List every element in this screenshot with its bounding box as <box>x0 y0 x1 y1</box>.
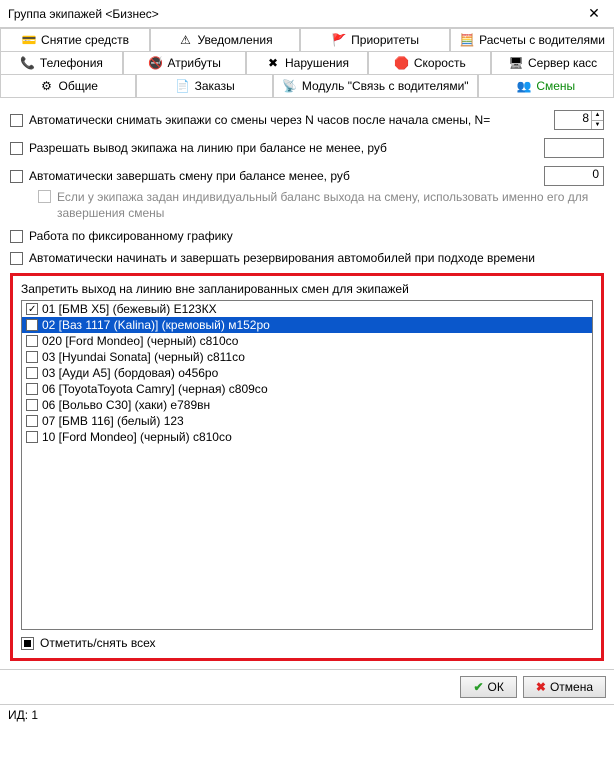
list-item[interactable]: 020 [Ford Mondeo] (черный) с810со <box>22 333 592 349</box>
tab-заказы[interactable]: 📄 Заказы <box>136 74 272 97</box>
auto-remove-checkbox[interactable] <box>10 114 23 127</box>
tab-label: Общие <box>58 79 97 93</box>
toggle-all-checkbox[interactable] <box>21 637 34 650</box>
tab-расчеты-с-водителями[interactable]: 🧮 Расчеты с водителями <box>450 28 614 51</box>
tab-icon: 📡 <box>282 78 298 94</box>
window-title: Группа экипажей <Бизнес> <box>8 7 159 21</box>
cross-icon: ✖ <box>536 680 546 694</box>
tab-label: Сервер касс <box>528 56 597 70</box>
tab-смены[interactable]: 👥 Смены <box>478 74 614 97</box>
allow-line-value-input[interactable] <box>544 138 604 158</box>
individual-balance-label: Если у экипажа задан индивидуальный бала… <box>57 190 604 221</box>
list-item[interactable]: 01 [БМВ X5] (бежевый) Е123КХ <box>22 301 592 317</box>
list-item[interactable]: 10 [Ford Mondeo] (черный) с810со <box>22 429 592 445</box>
auto-close-checkbox[interactable] <box>10 170 23 183</box>
fixed-schedule-checkbox[interactable] <box>10 230 23 243</box>
list-item-label: 02 [Ваз 1117 (Kalina)] (кремовый) м152ро <box>42 318 270 332</box>
list-item-label: 07 [БМВ 116] (белый) 123 <box>42 414 184 428</box>
auto-reserve-label: Автоматически начинать и завершать резер… <box>29 251 535 265</box>
tab-icon: 🚭 <box>148 55 164 71</box>
list-item-checkbox[interactable] <box>26 319 38 331</box>
tab-label: Нарушения <box>285 56 349 70</box>
tab-нарушения[interactable]: ✖ Нарушения <box>246 51 369 74</box>
list-item-label: 06 [ToyotaToyota Camry] (черная) с809со <box>42 382 268 396</box>
tab-label: Уведомления <box>198 33 273 47</box>
tab-скорость[interactable]: 🛑 Скорость <box>368 51 491 74</box>
list-item[interactable]: 02 [Ваз 1117 (Kalina)] (кремовый) м152ро <box>22 317 592 333</box>
list-item-label: 03 [Ауди А5] (бордовая) о456ро <box>42 366 218 380</box>
check-icon: ✔ <box>473 680 483 694</box>
tab-icon: 🚩 <box>331 32 347 48</box>
list-item[interactable]: 07 [БМВ 116] (белый) 123 <box>22 413 592 429</box>
list-item-label: 020 [Ford Mondeo] (черный) с810со <box>42 334 238 348</box>
tab-icon: ✖ <box>265 55 281 71</box>
tab-label: Скорость <box>414 56 466 70</box>
tab-icon: 🛑 <box>394 55 410 71</box>
tab-атрибуты[interactable]: 🚭 Атрибуты <box>123 51 246 74</box>
close-button[interactable]: ✕ <box>574 0 614 28</box>
tab-label: Снятие средств <box>41 33 129 47</box>
tab-icon: ⚙ <box>38 78 54 94</box>
list-item-checkbox[interactable] <box>26 303 38 315</box>
list-item[interactable]: 03 [Hyundai Sonata] (черный) с811со <box>22 349 592 365</box>
list-item-label: 01 [БМВ X5] (бежевый) Е123КХ <box>42 302 217 316</box>
auto-remove-hours-input[interactable]: 8 ▲▼ <box>554 110 604 130</box>
toggle-all-label: Отметить/снять всех <box>40 636 156 650</box>
status-text: ИД: 1 <box>8 708 38 722</box>
tab-icon: 💳 <box>21 32 37 48</box>
auto-close-value-input[interactable]: 0 <box>544 166 604 186</box>
tab-label: Заказы <box>195 79 235 93</box>
auto-remove-label: Автоматически снимать экипажи со смены ч… <box>29 113 490 127</box>
list-item-checkbox[interactable] <box>26 383 38 395</box>
list-item-label: 06 [Вольво С30] (хаки) е789вн <box>42 398 210 412</box>
tab-label: Телефония <box>40 56 103 70</box>
tab-приоритеты[interactable]: 🚩 Приоритеты <box>300 28 450 51</box>
fixed-schedule-label: Работа по фиксированному графику <box>29 229 233 243</box>
tab-снятие-средств[interactable]: 💳 Снятие средств <box>0 28 150 51</box>
crews-listbox[interactable]: 01 [БМВ X5] (бежевый) Е123КХ 02 [Ваз 1117… <box>21 300 593 630</box>
tab-общие[interactable]: ⚙ Общие <box>0 74 136 97</box>
auto-close-label: Автоматически завершать смену при баланс… <box>29 169 350 183</box>
list-item[interactable]: 06 [ToyotaToyota Camry] (черная) с809со <box>22 381 592 397</box>
statusbar: ИД: 1 <box>0 704 614 725</box>
tabs: 💳 Снятие средств ⚠ Уведомления 🚩 Приоритеты 🧮 Р… <box>0 28 614 98</box>
footer: ✔ ОК ✖ Отмена <box>0 669 614 704</box>
tab-label: Приоритеты <box>351 33 419 47</box>
list-item-checkbox[interactable] <box>26 335 38 347</box>
allow-line-checkbox[interactable] <box>10 142 23 155</box>
tab-label: Смены <box>536 79 575 93</box>
list-item-checkbox[interactable] <box>26 431 38 443</box>
individual-balance-checkbox[interactable] <box>38 190 51 203</box>
list-item[interactable]: 03 [Ауди А5] (бордовая) о456ро <box>22 365 592 381</box>
tab-сервер-касс[interactable]: 🖥 Сервер касс <box>491 51 614 74</box>
tab-icon: 🧮 <box>459 32 475 48</box>
tab-уведомления[interactable]: ⚠ Уведомления <box>150 28 300 51</box>
crews-restriction-group: Запретить выход на линию вне запланирова… <box>10 273 604 661</box>
list-item[interactable]: 06 [Вольво С30] (хаки) е789вн <box>22 397 592 413</box>
list-item-checkbox[interactable] <box>26 415 38 427</box>
tab-телефония[interactable]: 📞 Телефония <box>0 51 123 74</box>
tab-icon: 📞 <box>20 55 36 71</box>
tab-label: Модуль "Связь с водителями" <box>302 79 469 93</box>
group-title: Запретить выход на линию вне запланирова… <box>21 282 593 296</box>
tab-label: Атрибуты <box>168 56 221 70</box>
tab-label: Расчеты с водителями <box>479 33 605 47</box>
tab-модуль-связь-с-водителями-[interactable]: 📡 Модуль "Связь с водителями" <box>273 74 478 97</box>
titlebar: Группа экипажей <Бизнес> ✕ <box>0 0 614 28</box>
list-item-checkbox[interactable] <box>26 351 38 363</box>
tab-content: Автоматически снимать экипажи со смены ч… <box>0 98 614 669</box>
auto-reserve-checkbox[interactable] <box>10 252 23 265</box>
tab-icon: 📄 <box>175 78 191 94</box>
allow-line-label: Разрешать вывод экипажа на линию при бал… <box>29 141 387 155</box>
tab-icon: 🖥 <box>508 55 524 71</box>
list-item-checkbox[interactable] <box>26 367 38 379</box>
ok-button[interactable]: ✔ ОК <box>460 676 516 698</box>
tab-icon: ⚠ <box>178 32 194 48</box>
list-item-label: 10 [Ford Mondeo] (черный) с810со <box>42 430 232 444</box>
tab-icon: 👥 <box>516 78 532 94</box>
list-item-checkbox[interactable] <box>26 399 38 411</box>
cancel-button[interactable]: ✖ Отмена <box>523 676 606 698</box>
list-item-label: 03 [Hyundai Sonata] (черный) с811со <box>42 350 245 364</box>
spinner-icon[interactable]: ▲▼ <box>591 111 603 129</box>
